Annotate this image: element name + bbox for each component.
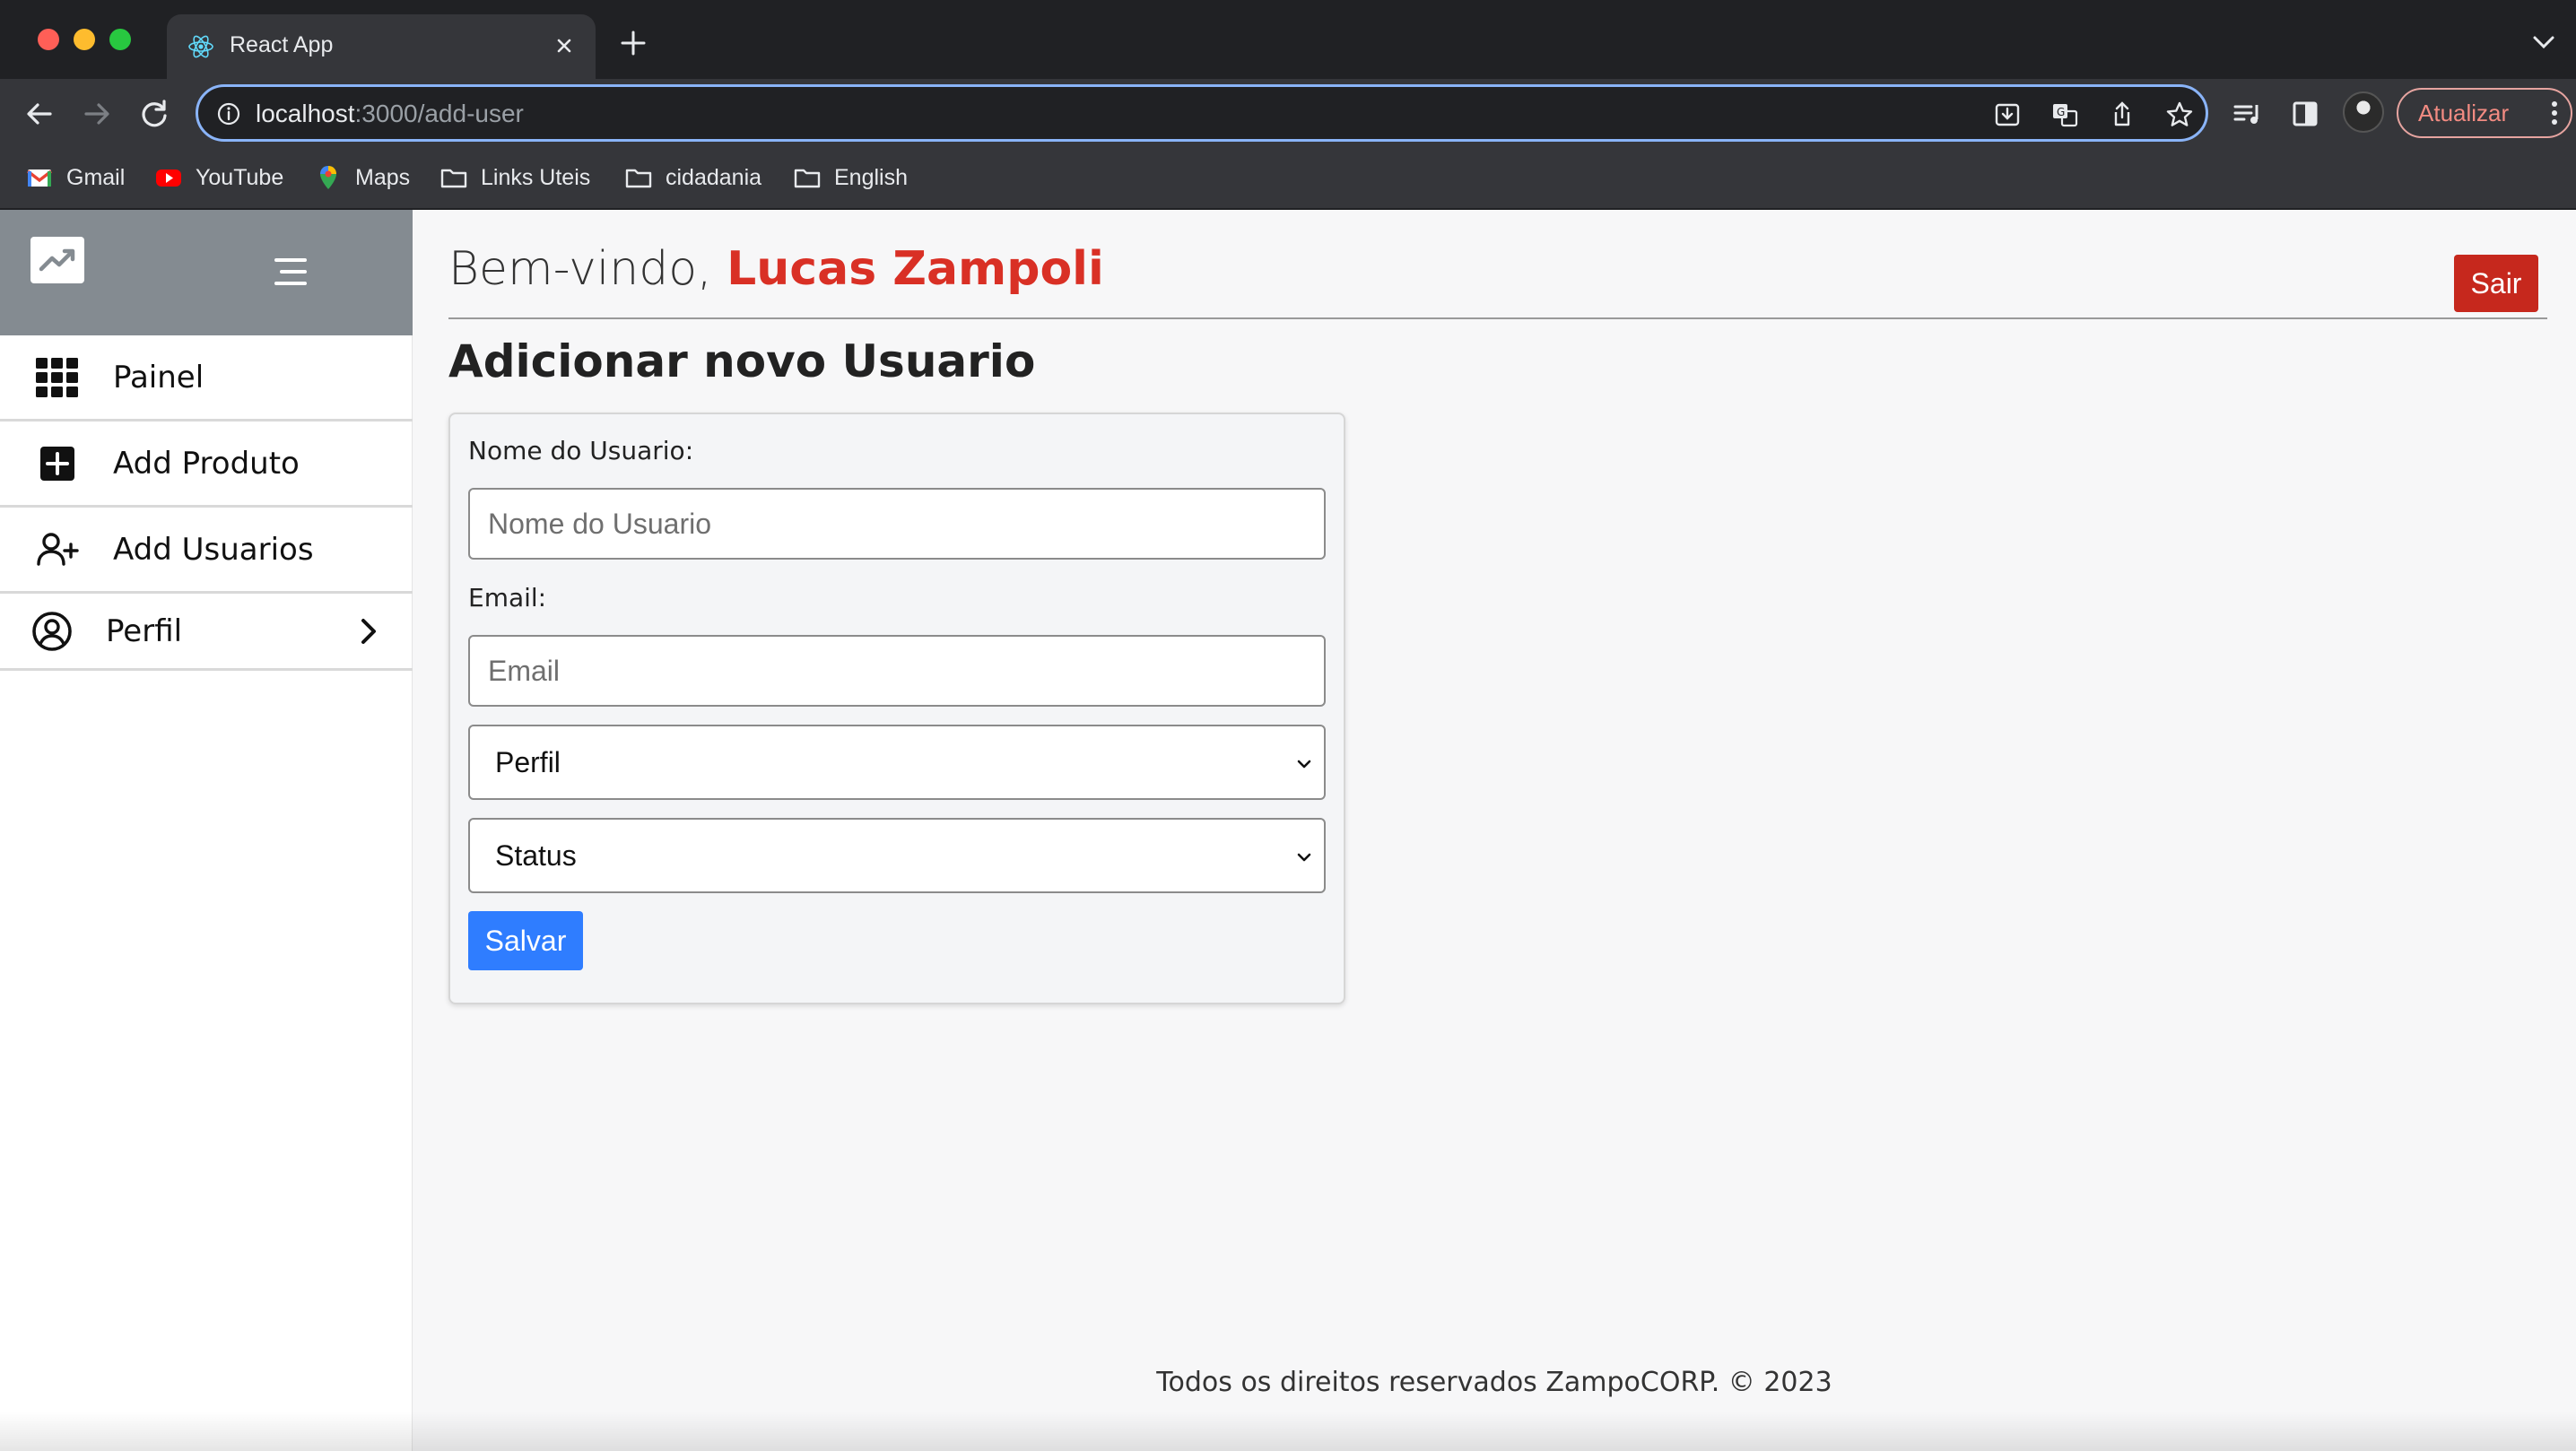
address-bar[interactable]: localhost:3000/add-user G [196,84,2208,142]
logout-button[interactable]: Sair [2454,255,2538,312]
email-field[interactable] [468,635,1326,707]
maps-icon [320,166,336,189]
profile-avatar[interactable] [2343,91,2384,133]
youtube-icon [156,169,181,187]
sidebar-item-perfil[interactable]: Perfil [0,594,413,671]
bookmark-label: Links Uteis [481,164,591,190]
footer-copyright: Todos os direitos reservados ZampoCORP. … [1156,1367,1832,1398]
forward-arrow-icon[interactable] [77,94,117,134]
save-button[interactable]: Salvar [468,911,583,970]
page-title: Adicionar novo Usuario [448,335,1036,387]
share-icon[interactable] [2107,100,2137,130]
bookmark-star-icon[interactable] [2164,100,2195,130]
bottom-shadow [0,1412,2576,1451]
folder-icon [794,169,821,188]
translate-icon[interactable]: G [2049,100,2080,130]
gmail-icon [26,169,53,187]
app-logo[interactable] [30,237,84,283]
chevron-right-icon[interactable] [357,616,380,647]
email-field-label: Email: [468,583,547,613]
reload-icon[interactable] [135,94,174,134]
bookmark-label: cidadania [666,164,762,190]
maximize-window-button[interactable] [109,29,131,50]
hamburger-menu-icon[interactable] [273,256,309,287]
bookmark-label: YouTube [196,164,284,190]
close-window-button[interactable] [38,29,59,50]
bookmark-folder-links-uteis[interactable]: Links Uteis [439,160,590,195]
folder-icon [625,169,652,188]
grid-icon [36,357,78,397]
bookmark-youtube[interactable]: YouTube [154,160,283,195]
bookmark-label: Gmail [66,164,126,190]
url-text: localhost:3000/add-user [256,100,524,128]
bookmark-label: English [834,164,908,190]
sidebar-item-add-usuarios[interactable]: Add Usuarios [0,508,413,594]
more-menu-icon [2552,101,2557,125]
plus-square-icon [40,446,74,481]
update-label: Atualizar [2418,100,2510,126]
profile-select-value: Perfil [495,746,561,778]
bookmark-maps[interactable]: Maps [314,160,410,195]
add-user-form-card: Nome do Usuario: Email: Perfil Status [448,413,1345,1004]
media-control-icon[interactable] [2230,96,2266,132]
welcome-heading: Bem-vindo, Lucas Zampoli [448,242,1104,296]
tab-title: React App [230,32,334,57]
user-circle-icon [32,611,72,651]
main-content: Bem-vindo, Lucas Zampoli Sair Adicionar … [413,210,2576,1451]
greeting-text: Bem-vindo, [448,242,712,296]
tab-search-chevron-icon[interactable] [2531,32,2556,52]
minimize-window-button[interactable] [74,29,95,50]
sidebar-item-add-produto[interactable]: Add Produto [0,421,413,508]
sidebar-item-label: Perfil [106,613,183,649]
status-select-value: Status [495,839,577,872]
sidebar-item-label: Painel [113,359,205,395]
sidebar-header [0,210,413,335]
user-name: Lucas Zampoli [727,242,1104,296]
side-panel-icon[interactable] [2287,96,2323,132]
chevron-down-icon [1297,853,1311,862]
new-tab-icon[interactable] [619,29,648,57]
sidebar-item-label: Add Usuarios [113,531,314,568]
bookmark-folder-cidadania[interactable]: cidadania [624,160,761,195]
install-app-icon[interactable] [1992,100,2023,130]
user-plus-icon [37,532,79,566]
sidebar-item-painel[interactable]: Painel [0,335,413,421]
update-browser-button[interactable]: Atualizar [2397,88,2572,138]
browser-tab-active[interactable]: React App [167,14,596,79]
react-icon [188,35,213,58]
name-field-label: Nome do Usuario: [468,436,694,465]
profile-select[interactable]: Perfil [468,725,1326,800]
url-host: localhost [256,100,355,127]
bookmark-folder-english[interactable]: English [793,160,908,195]
trend-up-icon [39,248,75,272]
folder-icon [440,169,467,188]
back-arrow-icon[interactable] [20,94,59,134]
url-path: :3000/add-user [354,100,524,127]
bookmark-gmail[interactable]: Gmail [25,160,125,195]
chevron-down-icon [1297,760,1311,769]
bookmark-label: Maps [355,164,411,190]
close-tab-icon[interactable] [549,30,579,61]
app-viewport: Painel Add Produto Add Usuarios Perfil B… [0,210,2576,1451]
svg-text:G: G [2057,106,2065,118]
status-select[interactable]: Status [468,818,1326,893]
sidebar: Painel Add Produto Add Usuarios Perfil [0,210,413,1451]
header-divider [448,317,2547,319]
name-field[interactable] [468,488,1326,560]
bookmarks-bar: Gmail YouTube Maps Links Uteis cidadania… [0,149,2576,210]
browser-tab-bar: React App [0,0,2576,79]
browser-toolbar: localhost:3000/add-user G Atualizar [0,79,2576,149]
site-info-icon[interactable] [216,101,241,126]
sidebar-item-label: Add Produto [113,445,300,482]
